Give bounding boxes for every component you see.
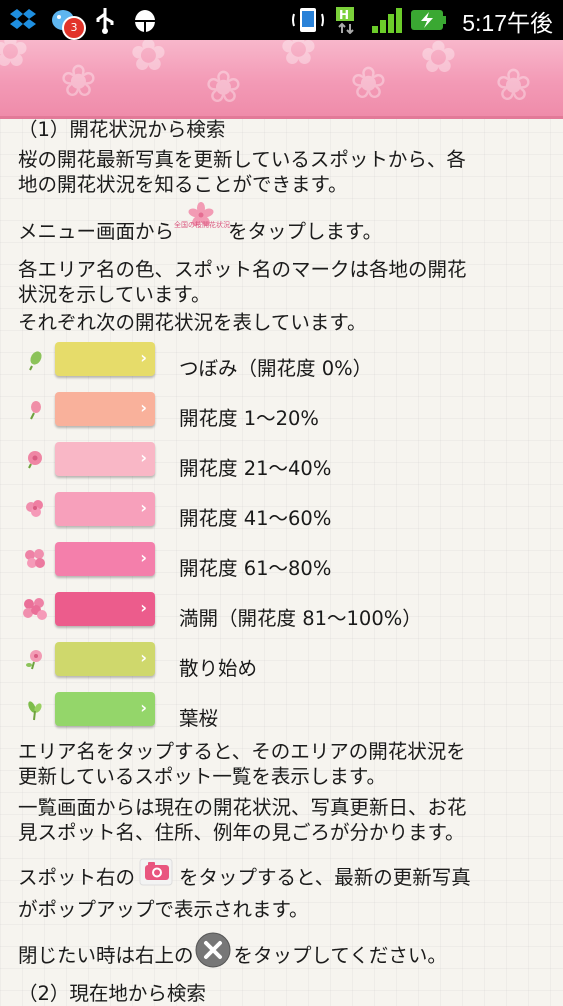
camera-icon: [135, 858, 179, 899]
close-instruction: 閉じたい時は右上の をタップしてください。: [18, 932, 447, 977]
hsdpa-icon: H: [336, 7, 354, 34]
full-bloom-icon: [23, 598, 47, 620]
legend-intro: それぞれ次の開花状況を表しています。: [18, 311, 367, 334]
legend-swatch-bloom-4: ›: [55, 542, 155, 576]
bud-icon: [29, 351, 42, 371]
list-line-1: 一覧画面からは現在の開花状況、写真更新日、お花: [18, 796, 467, 819]
signal-icon: [372, 8, 402, 33]
legend-label-falling: 散り始め: [179, 657, 258, 680]
intro-line-1: 桜の開花最新写真を更新しているスポットから、各: [18, 148, 466, 171]
legend-label-bloom-1: 開花度 1〜20%: [179, 407, 319, 430]
legend-swatch-bloom-3: ›: [55, 492, 155, 526]
section1-heading: （1）開花状況から検索: [18, 118, 226, 141]
legend-swatch-bloom-1: ›: [55, 392, 155, 426]
notification-count: 3: [70, 21, 78, 34]
bloom-4-icon: [25, 549, 45, 568]
sakura-status-menu-icon: 全国の桜開花状況: [174, 201, 231, 253]
legend-swatch-full-bloom: ›: [55, 592, 155, 626]
svg-text:H: H: [339, 8, 349, 22]
legend-row-bloom-3: › 開花度 41〜60%: [0, 492, 563, 542]
legend-label-full-bloom: 満開（開花度 81〜100%）: [179, 607, 422, 630]
bloom-1-icon: [30, 401, 41, 420]
falling-petals-icon: [26, 650, 42, 670]
spot-instruction: スポット右の をタップすると、最新の更新写真: [18, 858, 471, 898]
dropbox-icon: [10, 9, 36, 29]
color-line-1: 各エリア名の色、スポット名のマークは各地の開花: [18, 258, 467, 281]
legend-label-bloom-4: 開花度 61〜80%: [179, 557, 332, 580]
bloom-3-icon: [26, 500, 43, 517]
close-text-after: をタップしてください。: [233, 944, 447, 967]
notification-badge-icon: 3: [62, 16, 86, 40]
area-line-2: 更新しているスポット一覧を表示します。: [18, 765, 386, 788]
leaf-cherry-icon: [28, 701, 42, 721]
menu-instruction: メニュー画面から 全国の桜開花状況 をタップします。: [18, 201, 383, 253]
bloom-2-icon: [28, 451, 42, 469]
legend-row-full-bloom: › 満開（開花度 81〜100%）: [0, 592, 563, 642]
legend-row-bud: › つぼみ（開花度 0%）: [0, 342, 563, 392]
menu-text-before: メニュー画面から: [18, 220, 175, 243]
color-line-2: 状況を示しています。: [18, 283, 211, 306]
list-line-2: 見スポット名、住所、例年の見ごろが分かります。: [18, 821, 465, 844]
legend-swatch-falling: ›: [55, 642, 155, 676]
legend-row-falling: › 散り始め: [0, 642, 563, 692]
legend-swatch-bud: ›: [55, 342, 155, 376]
legend-label-leaf: 葉桜: [179, 707, 219, 730]
legend-label-bloom-3: 開花度 41〜60%: [179, 507, 332, 530]
intro-line-2: 地の開花状況を知ることができます。: [18, 173, 348, 196]
menu-text-after: をタップします。: [228, 220, 383, 243]
spot-line-2: がポップアップで表示されます。: [18, 898, 309, 921]
legend-swatch-bloom-2: ›: [55, 442, 155, 476]
legend-row-leaf: › 葉桜: [0, 692, 563, 742]
android-debug-icon: [135, 10, 155, 32]
spot-text-after: をタップすると、最新の更新写真: [179, 866, 471, 889]
menu-icon-caption: 全国の桜開花状況: [174, 220, 231, 229]
close-icon: [194, 932, 234, 977]
status-bar: 3 H 5:17午後: [0, 0, 563, 40]
battery-charging-icon: [411, 10, 446, 30]
legend-label-bud: つぼみ（開花度 0%）: [179, 357, 373, 380]
section2-heading: （2）現在地から検索: [18, 982, 206, 1005]
area-line-1: エリア名をタップすると、そのエリアの開花状況を: [18, 740, 466, 763]
phone-sync-icon: [292, 8, 324, 32]
legend-row-bloom-1: › 開花度 1〜20%: [0, 392, 563, 442]
spot-text-before: スポット右の: [18, 866, 136, 889]
legend-row-bloom-2: › 開花度 21〜40%: [0, 442, 563, 492]
close-text-before: 閉じたい時は右上の: [18, 944, 194, 967]
clock: 5:17午後: [462, 10, 553, 36]
usb-icon: [96, 8, 114, 34]
sakura-header-banner: ✿ ❀ ✿ ❀ ✿ ❀ ✿ ❀: [0, 40, 563, 119]
legend-row-bloom-4: › 開花度 61〜80%: [0, 542, 563, 592]
legend-swatch-leaf: ›: [55, 692, 155, 726]
legend-label-bloom-2: 開花度 21〜40%: [179, 457, 332, 480]
